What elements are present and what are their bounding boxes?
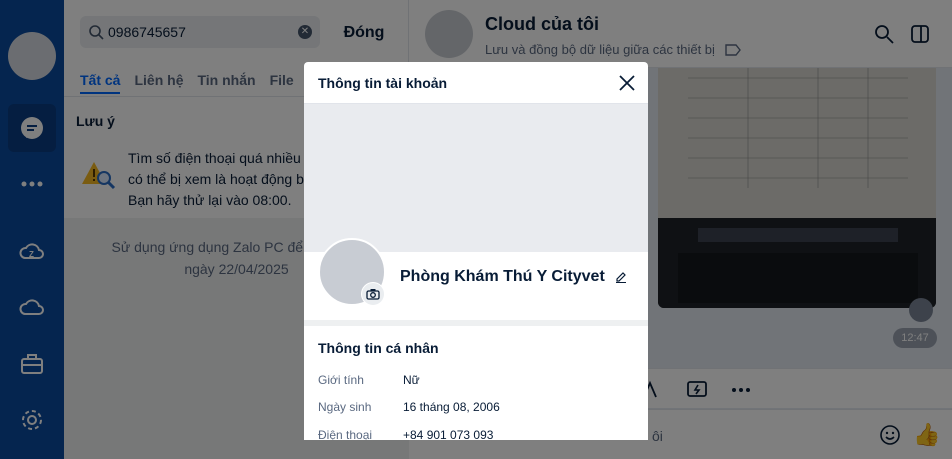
- info-row-phone: Điện thoại +84 901 073 093: [318, 428, 493, 440]
- info-value: Nữ: [403, 373, 420, 387]
- change-avatar-button[interactable]: [361, 282, 385, 306]
- profile-name: Phòng Khám Thú Y Cityvet: [400, 268, 627, 286]
- info-row-gender: Giới tính Nữ: [318, 373, 420, 387]
- profile-name-text: Phòng Khám Thú Y Cityvet: [400, 268, 605, 285]
- close-icon[interactable]: [616, 72, 638, 94]
- info-label: Giới tính: [318, 373, 364, 387]
- info-value: +84 901 073 093: [403, 428, 494, 440]
- info-label: Điện thoại: [318, 428, 373, 440]
- modal-title: Thông tin tài khoản: [304, 62, 648, 104]
- section-divider: [304, 320, 648, 326]
- info-value: 16 tháng 08, 2006: [403, 400, 500, 414]
- info-row-birthday: Ngày sinh 16 tháng 08, 2006: [318, 400, 500, 414]
- personal-info-title: Thông tin cá nhân: [318, 340, 439, 356]
- cover-photo[interactable]: [304, 104, 648, 252]
- account-info-modal: Thông tin tài khoản Phòng Khám Thú Y Cit…: [304, 62, 648, 440]
- info-label: Ngày sinh: [318, 400, 372, 414]
- camera-icon: [366, 289, 380, 300]
- edit-pencil-icon[interactable]: [615, 271, 627, 283]
